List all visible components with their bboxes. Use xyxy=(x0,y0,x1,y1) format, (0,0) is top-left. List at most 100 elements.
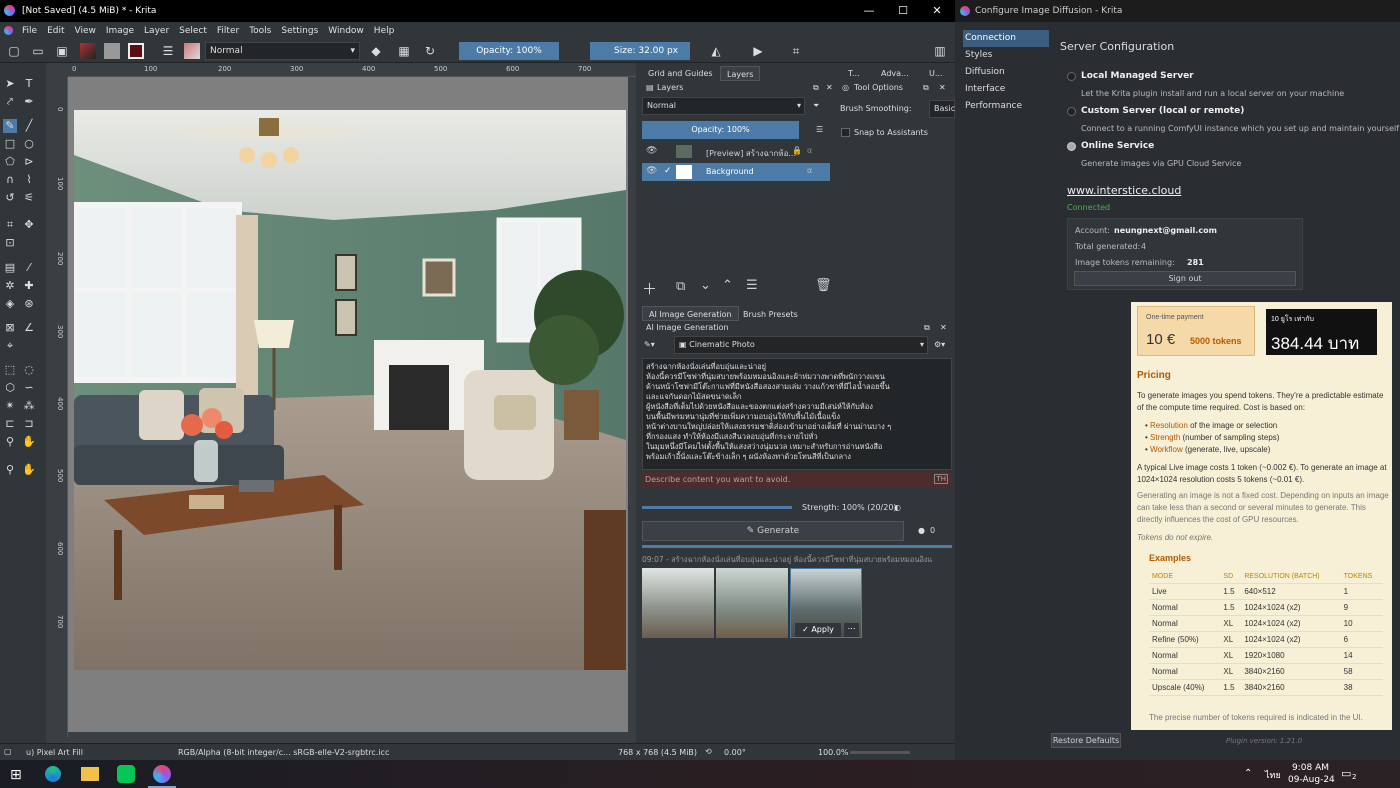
alpha-icon[interactable]: α xyxy=(807,166,812,175)
menu-filter[interactable]: Filter xyxy=(217,26,239,36)
mirror-vertical-icon[interactable]: ▶ xyxy=(750,43,766,59)
magnetic-select-icon[interactable]: ⊐ xyxy=(22,417,36,431)
add-layer-icon[interactable]: ＋ xyxy=(642,278,657,299)
menu-edit[interactable]: Edit xyxy=(47,26,64,36)
reload-icon[interactable]: ↻ xyxy=(422,43,438,59)
clock-date[interactable]: 09-Aug-24 xyxy=(1288,775,1335,785)
menu-view[interactable]: View xyxy=(75,26,96,36)
transform-tool-icon[interactable]: ⊡ xyxy=(3,236,17,250)
menu-settings[interactable]: Settings xyxy=(281,26,318,36)
minimize-icon[interactable]: — xyxy=(852,0,886,22)
menu-window[interactable]: Window xyxy=(328,26,364,36)
notification-icon[interactable]: ▭ xyxy=(1341,767,1351,780)
sign-out-button[interactable]: Sign out xyxy=(1074,271,1296,286)
select-shapes-icon[interactable]: ➤ xyxy=(3,77,17,91)
tab-brush-presets[interactable]: Brush Presets xyxy=(737,307,804,322)
reference-tool-icon[interactable]: ⌖ xyxy=(3,339,17,353)
eraser-icon[interactable]: ◆ xyxy=(368,43,384,59)
radio-local-server[interactable] xyxy=(1067,72,1076,81)
close-icon[interactable]: ✕ xyxy=(920,0,954,22)
history-thumbnail-selected[interactable]: ✓ Apply ⋯ xyxy=(790,568,862,638)
brush-presets-icon[interactable]: ☰ xyxy=(160,43,176,59)
generate-button[interactable]: ✎ Generate xyxy=(642,521,904,541)
hand-tool-icon[interactable]: ✋ xyxy=(22,463,36,477)
workspace-mode-icon[interactable]: ✎▾ xyxy=(644,338,655,352)
blend-mode-select[interactable]: Normal ▾ xyxy=(205,42,360,60)
wrap-around-icon[interactable]: ⌗ xyxy=(788,43,804,59)
size-slider[interactable]: Size: 32.00 px xyxy=(590,42,690,60)
pattern-swatch-icon[interactable] xyxy=(104,43,120,59)
brush-tool-icon[interactable]: ✎ xyxy=(3,119,17,133)
float-icon[interactable]: ⧉ xyxy=(924,321,930,335)
opacity-slider[interactable]: Opacity: 100% xyxy=(459,42,559,60)
ellipse-tool-icon[interactable]: ○ xyxy=(22,137,36,151)
polyline-tool-icon[interactable]: ⊳ xyxy=(22,155,36,169)
float-icon[interactable]: ⧉ xyxy=(923,81,929,95)
dynamic-brush-icon[interactable]: ↺ xyxy=(3,191,17,205)
history-thumbnail[interactable] xyxy=(642,568,714,638)
tray-chevron-icon[interactable]: ⌃ xyxy=(1244,768,1252,779)
service-link[interactable]: www.interstice.cloud xyxy=(1067,184,1181,197)
float-icon[interactable]: ⧉ xyxy=(813,81,819,95)
similar-select-icon[interactable]: ⁂ xyxy=(22,399,36,413)
layer-row[interactable]: 👁 [Preview] สร้างฉากห้อ... 🔒 α xyxy=(642,143,830,161)
freehand-path-icon[interactable]: ⌇ xyxy=(22,173,36,187)
nav-interface[interactable]: Interface xyxy=(963,81,1049,98)
move-up-icon[interactable]: ⌃ xyxy=(722,278,733,293)
local-server-label[interactable]: Local Managed Server xyxy=(1081,71,1194,81)
assistant-tool-icon[interactable]: ⊠ xyxy=(3,321,17,335)
gradient-swatch-icon[interactable] xyxy=(80,43,96,59)
color-picker-icon[interactable]: ⁄ xyxy=(22,261,36,275)
close-icon[interactable]: ✕ xyxy=(939,81,946,95)
tab-grid-guides[interactable]: Grid and Guides xyxy=(642,66,719,81)
krita-taskbar-icon[interactable] xyxy=(153,765,171,783)
crop-tool-icon[interactable]: ⌗ xyxy=(3,218,17,232)
zoom-slider[interactable] xyxy=(850,751,910,754)
online-service-label[interactable]: Online Service xyxy=(1081,141,1154,151)
line-app-icon[interactable] xyxy=(117,765,135,783)
windows-start-icon[interactable]: ⊞ xyxy=(10,767,22,783)
tab-u[interactable]: U... xyxy=(923,66,948,81)
check-icon[interactable]: ✓ xyxy=(664,166,672,176)
clock-time[interactable]: 9:08 AM xyxy=(1292,763,1329,773)
one-time-payment-card[interactable]: One-time payment 10 € 5000 tokens xyxy=(1137,306,1255,356)
radio-online-service[interactable] xyxy=(1067,142,1076,151)
close-icon[interactable]: ✕ xyxy=(940,321,947,335)
polygon-tool-icon[interactable]: ⬠ xyxy=(3,155,17,169)
close-icon[interactable]: ✕ xyxy=(826,81,833,95)
strength-slider[interactable] xyxy=(642,506,792,509)
filter-icon[interactable]: ⏷ xyxy=(813,99,819,113)
zoom-tool-icon[interactable]: ⚲ xyxy=(3,463,17,477)
settings-icon[interactable]: ⚙▾ xyxy=(934,338,945,352)
prompt-textarea[interactable]: สร้างฉากห้องนั่งเล่นที่อบอุ่นและน่าอยู่ … xyxy=(642,358,952,470)
nav-connection[interactable]: Connection xyxy=(963,30,1049,47)
edit-shapes-icon[interactable]: ⤤ xyxy=(3,95,17,109)
ellipse-select-icon[interactable]: ◌ xyxy=(22,363,36,377)
multibrush-icon[interactable]: ⚟ xyxy=(22,191,36,205)
nav-diffusion[interactable]: Diffusion xyxy=(963,64,1049,81)
visibility-icon[interactable]: 👁 xyxy=(646,146,657,156)
tab-ai-generation[interactable]: AI Image Generation xyxy=(642,306,739,321)
open-folder-icon[interactable]: ▭ xyxy=(30,43,46,59)
menu-file[interactable]: File xyxy=(22,26,37,36)
alpha-lock-icon[interactable]: ▦ xyxy=(396,43,412,59)
nav-styles[interactable]: Styles xyxy=(963,47,1049,64)
move-tool-icon[interactable]: ✥ xyxy=(22,218,36,232)
apply-button[interactable]: ✓ Apply xyxy=(795,623,841,637)
menu-image[interactable]: Image xyxy=(106,26,134,36)
calligraphy-icon[interactable]: ✒ xyxy=(22,95,36,109)
rect-select-icon[interactable]: ⬚ xyxy=(3,363,17,377)
restore-defaults-button[interactable]: Restore Defaults xyxy=(1051,733,1121,748)
mirror-horizontal-icon[interactable]: ◭ xyxy=(708,43,724,59)
delete-layer-icon[interactable]: 🗑 xyxy=(815,278,832,293)
mode-toggle-icon[interactable]: ◐ xyxy=(894,501,901,515)
workspace-icon[interactable]: ▥ xyxy=(932,43,948,59)
bezier-tool-icon[interactable]: ∩ xyxy=(3,173,17,187)
line-tool-icon[interactable]: ╱ xyxy=(22,119,36,133)
tab-t[interactable]: T... xyxy=(842,66,866,81)
polygon-select-icon[interactable]: ⬡ xyxy=(3,381,17,395)
bezier-select-icon[interactable]: ⊏ xyxy=(3,417,17,431)
gradient-tool-icon[interactable]: ▤ xyxy=(3,261,17,275)
menu-layer[interactable]: Layer xyxy=(144,26,169,36)
brush-preset-icon[interactable] xyxy=(184,43,200,59)
